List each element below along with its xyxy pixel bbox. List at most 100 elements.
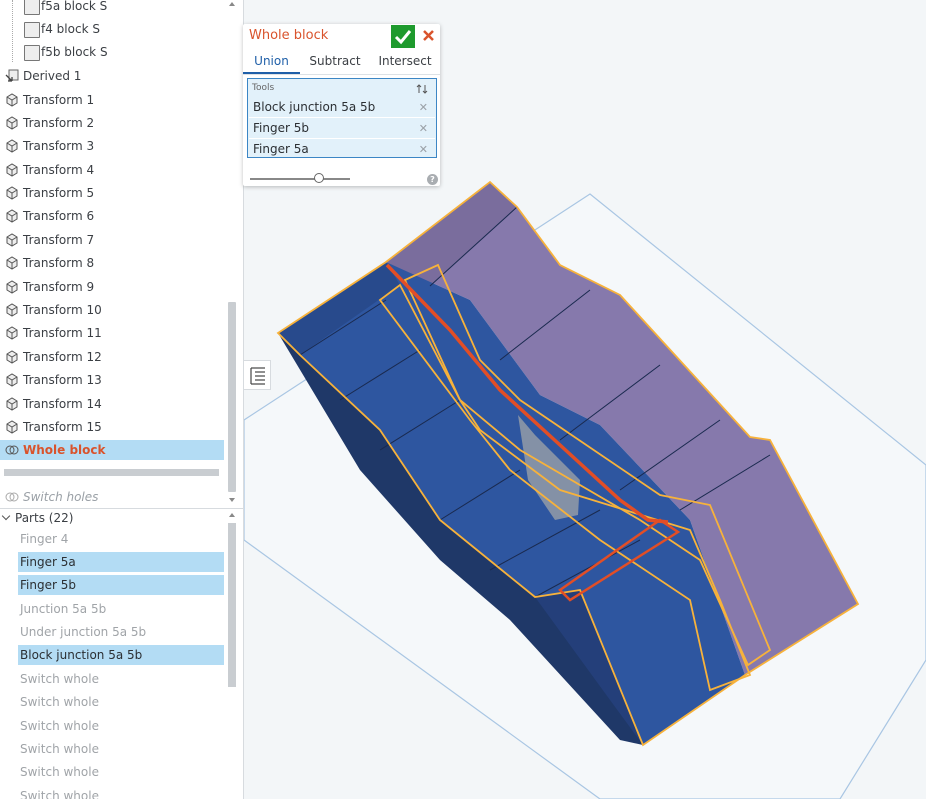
remove-icon[interactable]: ✕ [419,101,428,114]
feature-item-f5a-block-s[interactable]: f5a block S [0,0,224,16]
scroll-down-icon[interactable] [229,498,235,502]
part-item[interactable]: Switch whole [18,786,224,799]
tool-item[interactable]: Finger 5b ✕ [249,118,435,138]
feature-item-label: Transform 1 [23,93,95,107]
sketch-icon [24,0,40,15]
part-item-label: Finger 4 [20,532,69,546]
feature-item-transform[interactable]: Transform 5 [0,183,224,203]
feature-item-label: f5a block S [41,0,108,13]
help-icon[interactable]: ? [427,174,438,185]
tab-union[interactable]: Union [243,54,300,74]
part-item[interactable]: Under junction 5a 5b [18,622,224,642]
feature-item-label: Transform 4 [23,163,95,177]
part-item[interactable]: Finger 5b [18,575,224,595]
feature-item-transform[interactable]: Transform 11 [0,323,224,343]
tab-subtract[interactable]: Subtract [305,54,365,72]
feature-item-transform[interactable]: Transform 1 [0,90,224,110]
part-item[interactable]: Junction 5a 5b [18,599,224,619]
scrollbar-thumb[interactable] [228,523,236,687]
scroll-up-icon[interactable] [229,513,235,517]
scrollbar-thumb[interactable] [228,302,236,492]
cancel-button[interactable] [419,26,439,46]
part-item[interactable]: Finger 4 [18,529,224,549]
transform-icon [6,397,18,411]
transform-icon [6,233,18,247]
part-item[interactable]: Switch whole [18,669,224,689]
feature-item-transform[interactable]: Transform 3 [0,136,224,156]
feature-item-transform[interactable]: Transform 7 [0,230,224,250]
feature-item-transform[interactable]: Transform 14 [0,394,224,414]
transform-icon [6,350,18,364]
transform-icon [6,280,18,294]
tools-field[interactable]: Tools Block junction 5a 5b ✕ Finger 5b ✕ F… [247,78,437,158]
feature-list-scrollbar[interactable] [226,0,238,508]
rollback-bar[interactable] [4,469,219,476]
feature-item-transform[interactable]: Transform 9 [0,277,224,297]
feature-item-label: Transform 5 [23,186,95,200]
feature-item-transform[interactable]: Transform 10 [0,300,224,320]
feature-item-label: Transform 15 [23,420,102,434]
sketch-icon [24,45,40,61]
feature-item-label: Transform 6 [23,209,95,223]
tool-item-label: Finger 5a [253,142,309,156]
parts-header-label: Parts (22) [15,511,74,525]
feature-item-switch-holes[interactable]: Switch holes [0,487,224,507]
slider-track[interactable] [250,178,350,180]
feature-item-f4-block-s[interactable]: f4 block S [0,19,224,39]
part-item[interactable]: Block junction 5a 5b [18,645,224,665]
feature-item-transform[interactable]: Transform 13 [0,370,224,390]
tab-label: Intersect [378,54,432,68]
feature-item-f5b-block-s[interactable]: f5b block S [0,42,224,62]
tool-item[interactable]: Block junction 5a 5b ✕ [249,97,435,117]
transform-icon [6,93,18,107]
tool-item[interactable]: Finger 5a ✕ [249,139,435,159]
part-item-label: Switch whole [20,719,99,733]
parts-header[interactable]: Parts (22) [0,509,73,527]
feature-item-label: Transform 13 [23,373,102,387]
feature-item-transform[interactable]: Transform 8 [0,253,224,273]
feature-item-transform[interactable]: Transform 6 [0,206,224,226]
feature-tree-toggle[interactable] [244,360,271,390]
feature-item-transform[interactable]: Transform 15 [0,417,224,437]
transform-icon [6,420,18,434]
confirm-button[interactable] [391,25,415,48]
tab-divider [243,74,440,75]
part-item[interactable]: Switch whole [18,716,224,736]
chevron-down-icon[interactable] [1,511,11,521]
remove-icon[interactable]: ✕ [419,143,428,156]
part-item-label: Switch whole [20,789,99,799]
dialog-title: Whole block [249,28,329,43]
feature-list: f5a block S f4 block S f5b block S Deriv… [0,0,226,508]
feature-item-label: f5b block S [41,45,108,59]
parts-list-scrollbar[interactable] [226,509,238,799]
transform-icon [6,326,18,340]
feature-item-label: Transform 10 [23,303,102,317]
derived-icon [5,69,19,82]
feature-item-whole-block[interactable]: Whole block [0,440,224,460]
tab-label: Union [254,54,289,68]
feature-item-transform[interactable]: Transform 12 [0,347,224,367]
part-item-label: Switch whole [20,672,99,686]
remove-icon[interactable]: ✕ [419,122,428,135]
sort-icon[interactable] [416,83,428,95]
tab-intersect[interactable]: Intersect [373,54,437,72]
check-icon [394,30,412,45]
part-item-label: Block junction 5a 5b [20,648,143,662]
feature-item-transform[interactable]: Transform 4 [0,160,224,180]
slider-handle[interactable] [314,173,324,183]
scroll-up-icon[interactable] [229,2,235,6]
feature-item-label: Derived 1 [23,69,82,83]
feature-item-derived-1[interactable]: Derived 1 [0,66,224,86]
feature-item-label: Transform 2 [23,116,95,130]
part-item-label: Switch whole [20,765,99,779]
sketch-icon [24,22,40,38]
part-item-label: Switch whole [20,695,99,709]
part-item[interactable]: Switch whole [18,762,224,782]
part-item[interactable]: Finger 5a [18,552,224,572]
feature-item-label: Transform 12 [23,350,102,364]
part-item-label: Junction 5a 5b [20,602,107,616]
part-item[interactable]: Switch whole [18,739,224,759]
transform-icon [6,186,18,200]
feature-item-transform[interactable]: Transform 2 [0,113,224,133]
part-item[interactable]: Switch whole [18,692,224,712]
